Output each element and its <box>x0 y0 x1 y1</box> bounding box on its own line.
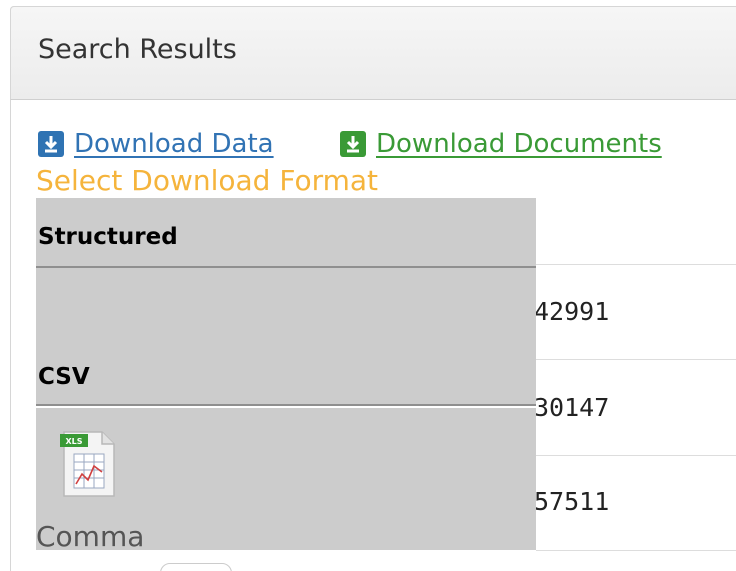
format-menu-title: Select Download Format <box>36 164 379 197</box>
page: Search Results Download Data Download Do… <box>0 0 736 571</box>
format-option-label[interactable]: Comma <box>36 520 144 553</box>
pagination-control[interactable] <box>160 563 232 571</box>
xls-file-icon[interactable]: XLS <box>58 426 120 502</box>
download-data-link[interactable]: Download Data <box>38 128 274 160</box>
menu-divider <box>36 266 536 268</box>
svg-text:XLS: XLS <box>65 437 82 446</box>
download-documents-link[interactable]: Download Documents <box>340 128 662 160</box>
table-cell-value: 42991 <box>534 297 610 326</box>
format-menu-section <box>36 268 536 406</box>
format-section-csv: CSV <box>38 364 90 390</box>
panel-title: Search Results <box>38 34 237 65</box>
table-cell-value: 30147 <box>534 393 610 422</box>
table-row-divider <box>536 550 736 551</box>
table-row-divider <box>536 359 736 360</box>
menu-divider <box>36 404 536 406</box>
table-row-divider <box>536 455 736 456</box>
table-cell-value: 57511 <box>534 487 610 516</box>
download-data-label: Download Data <box>74 129 274 159</box>
format-section-structured: Structured <box>38 224 178 250</box>
table-row-divider <box>536 264 736 265</box>
download-icon <box>38 131 64 157</box>
download-icon <box>340 131 366 157</box>
download-documents-label: Download Documents <box>376 129 662 159</box>
